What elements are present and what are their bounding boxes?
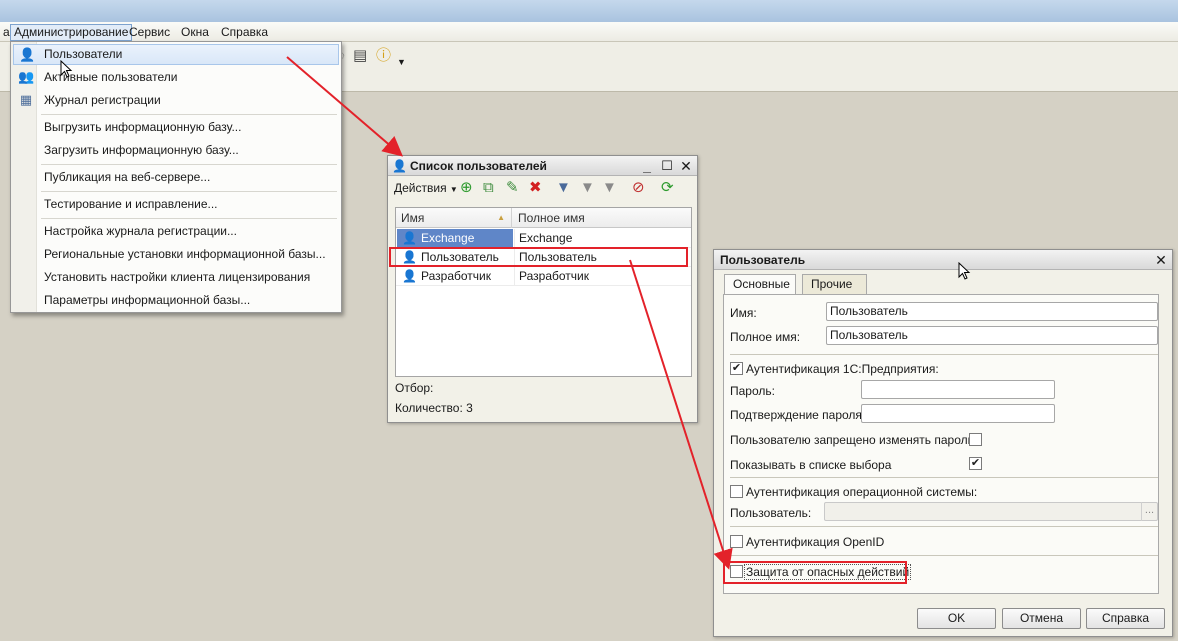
- annotation-arrows: [286, 56, 733, 570]
- arrow-to-user-list: [286, 56, 404, 157]
- arrow-to-protection: [629, 259, 733, 570]
